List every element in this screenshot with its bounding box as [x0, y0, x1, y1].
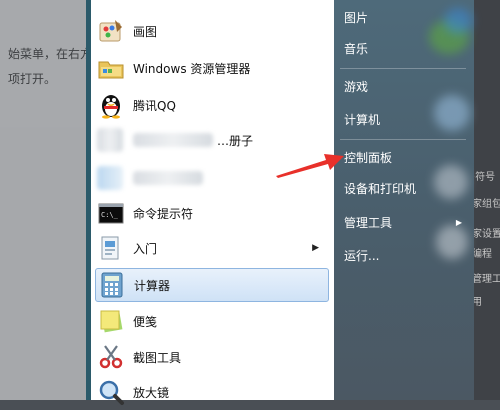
program-label: 命令提示符	[133, 206, 194, 221]
background-text-line: 始菜单，在右方	[8, 47, 93, 61]
places-label: 设备和打印机	[344, 181, 417, 196]
cmd-icon: C:\_	[97, 199, 125, 227]
folder-explorer-icon	[97, 54, 125, 82]
places-label: 管理工具	[344, 215, 393, 230]
program-item-calculator[interactable]: 计算器	[95, 268, 329, 302]
program-label: 放大镜	[133, 385, 170, 400]
start-menu-programs-pane: 画图 Windows 资源管理器 腾讯QQ …册子 C:\_ 命令提示符 入门 …	[91, 0, 335, 405]
sticky-notes-icon	[97, 307, 125, 335]
places-label: 控制面板	[344, 150, 393, 165]
places-item-administrative-tools[interactable]: 管理工具 ▶	[344, 211, 468, 233]
submenu-arrow-icon: ▶	[455, 217, 462, 227]
program-label: 截图工具	[133, 350, 182, 365]
background-text-line: 项打开。	[8, 72, 57, 86]
places-label: 计算机	[344, 112, 381, 127]
background-document: 始菜单，在右方 项打开。	[0, 0, 93, 400]
snipping-tool-icon	[97, 343, 125, 371]
calculator-icon	[98, 271, 126, 299]
places-item-devices-and-printers[interactable]: 设备和打印机	[344, 177, 468, 199]
redacted-text	[133, 133, 213, 147]
program-label: Windows 资源管理器	[133, 61, 251, 76]
program-item-getting-started[interactable]: 入门 ▶	[95, 232, 327, 264]
program-label: …册子	[217, 133, 254, 148]
places-label: 音乐	[344, 41, 369, 56]
paint-icon	[97, 17, 125, 45]
redacted-text	[133, 171, 203, 185]
program-item-tencent-qq[interactable]: 腾讯QQ	[95, 89, 327, 121]
program-label: 计算器	[134, 278, 171, 293]
program-item-paint[interactable]: 画图	[95, 15, 327, 47]
start-menu-places-pane: 图片 音乐 游戏 计算机 控制面板 设备和打印机 管理工具 ▶ 运行...	[334, 0, 474, 400]
background-text-fragment: 家设置	[472, 229, 500, 240]
background-text-fragment: 编程	[472, 249, 492, 260]
background-text-fragment: ·符号	[472, 172, 496, 183]
places-label: 图片	[344, 10, 369, 25]
qq-penguin-icon	[97, 91, 125, 119]
places-item-pictures[interactable]: 图片	[344, 6, 468, 28]
getting-started-icon	[97, 234, 125, 262]
separator	[340, 68, 466, 69]
program-item-sticky-notes[interactable]: 便笺	[95, 305, 327, 337]
program-label: 入门	[133, 241, 158, 256]
program-item-magnifier[interactable]: 放大镜	[95, 376, 327, 408]
blurred-app-icon	[97, 126, 125, 154]
program-item-command-prompt[interactable]: C:\_ 命令提示符	[95, 197, 327, 229]
separator	[340, 139, 466, 140]
blurred-app-icon	[97, 164, 125, 192]
submenu-arrow-icon: ▶	[312, 243, 319, 253]
annotation-arrow-icon	[276, 154, 344, 178]
background-window-edge: ·符号 家组包 家设置 编程 管理工 用	[470, 0, 500, 400]
places-item-control-panel[interactable]: 控制面板	[344, 146, 468, 168]
places-label: 运行...	[344, 248, 380, 263]
places-label: 游戏	[344, 79, 369, 94]
program-label: 便笺	[133, 314, 158, 329]
places-item-computer[interactable]: 计算机	[344, 108, 468, 130]
program-label: 画图	[133, 24, 158, 39]
places-item-run[interactable]: 运行...	[344, 244, 468, 266]
magnifier-icon	[97, 378, 125, 406]
background-text-fragment: 管理工	[472, 274, 500, 285]
program-item-snipping-tool[interactable]: 截图工具	[95, 341, 327, 373]
places-item-music[interactable]: 音乐	[344, 37, 468, 59]
program-label: 腾讯QQ	[133, 98, 176, 113]
places-item-games[interactable]: 游戏	[344, 75, 468, 97]
svg-text:C:\_: C:\_	[101, 211, 119, 219]
background-text-fragment: 家组包	[472, 199, 500, 210]
program-item-windows-explorer[interactable]: Windows 资源管理器	[95, 52, 327, 84]
